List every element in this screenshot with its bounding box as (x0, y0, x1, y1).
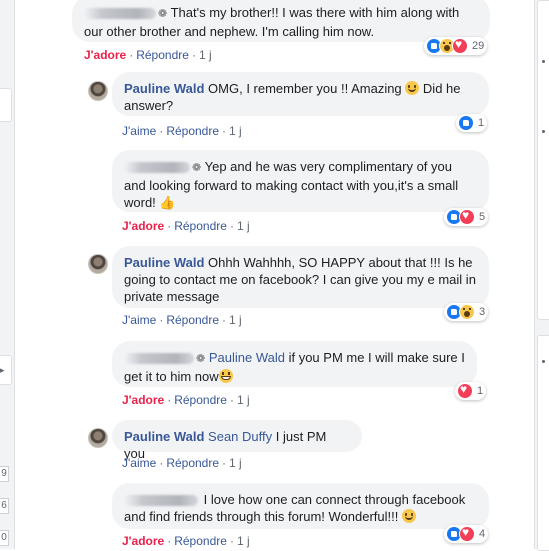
reaction-summary[interactable]: 1 (456, 114, 488, 132)
react-button[interactable]: J'adore (122, 393, 164, 407)
mention-link[interactable]: Pauline Wald (209, 350, 285, 365)
reaction-summary[interactable]: 29 (424, 37, 488, 55)
timestamp[interactable]: 1 j (229, 313, 242, 327)
left-panel-box (0, 88, 12, 122)
smile-emoji-icon (401, 509, 416, 523)
thumbs-up-emoji-icon: 👍 (159, 195, 176, 210)
comment-bubble: Pauline Wald Sean Duffy I just PM you (112, 420, 362, 461)
blurred-author-name[interactable] (124, 353, 194, 365)
comment-actions: J'adore · Répondre · 1 j (122, 393, 250, 407)
avatar[interactable] (88, 254, 108, 274)
dot-icon (542, 60, 545, 63)
react-button[interactable]: J'adore (122, 219, 164, 233)
avatar[interactable] (88, 428, 108, 448)
dot-icon (542, 130, 545, 133)
reply-button[interactable]: Répondre (166, 456, 219, 470)
reaction-count: 3 (479, 306, 486, 318)
reply-button[interactable]: Répondre (174, 534, 227, 548)
grin-emoji-icon (218, 369, 233, 383)
reaction-count: 29 (472, 40, 485, 52)
wow-icon (459, 304, 475, 320)
like-icon (458, 115, 474, 131)
reply-button[interactable]: Répondre (136, 48, 189, 62)
reaction-count: 1 (477, 385, 484, 397)
avatar[interactable] (88, 81, 108, 101)
react-button[interactable]: J'aime (122, 124, 156, 138)
comment-actions: J'aime · Répondre · 1 j (122, 313, 242, 327)
reaction-count: 5 (479, 211, 486, 223)
timestamp[interactable]: 1 j (199, 48, 212, 62)
timestamp[interactable]: 1 j (229, 124, 242, 138)
wave-icon: ❁ (196, 353, 206, 365)
reaction-count: 1 (478, 117, 485, 129)
left-count: 9 (0, 466, 9, 482)
timestamp[interactable]: 1 j (237, 534, 250, 548)
reply-button[interactable]: Répondre (174, 219, 227, 233)
love-icon (457, 382, 473, 399)
author-name[interactable]: Pauline Wald (124, 81, 204, 96)
timestamp[interactable]: 1 j (237, 393, 250, 407)
comment-actions: J'adore · Répondre · 1 j (122, 534, 250, 548)
comment-bubble: Pauline Wald Ohhh Wahhhh, SO HAPPY about… (112, 246, 489, 308)
react-button[interactable]: J'aime (122, 313, 156, 327)
reaction-summary[interactable]: 3 (444, 303, 489, 321)
author-name[interactable]: Pauline Wald (124, 429, 204, 444)
comment-actions: J'aime · Répondre · 1 j (122, 124, 242, 138)
left-count: 0 (0, 530, 9, 546)
comment-actions: J'adore · Répondre · 1 j (122, 219, 250, 233)
dot-icon (542, 360, 545, 363)
love-icon (459, 525, 475, 542)
reaction-summary[interactable]: 1 (455, 382, 487, 400)
reply-button[interactable]: Répondre (174, 393, 227, 407)
comment-bubble: Pauline Wald OMG, I remember you !! Amaz… (112, 72, 489, 116)
comment-bubble: ❁ That's my brother!! I was there with h… (72, 0, 490, 42)
smile-emoji-icon (405, 81, 420, 95)
comment-text: OMG, I remember you !! Amazing (208, 81, 402, 96)
react-button[interactable]: J'aime (122, 456, 156, 470)
reaction-summary[interactable]: 5 (444, 208, 489, 226)
wave-icon: ❁ (158, 8, 168, 20)
timestamp[interactable]: 1 j (229, 456, 242, 470)
comment-actions: J'adore · Répondre · 1 j (84, 48, 212, 62)
author-name[interactable]: Pauline Wald (124, 255, 204, 270)
comment-actions: J'aime · Répondre · 1 j (122, 456, 242, 470)
reaction-count: 4 (479, 528, 486, 540)
blurred-author-name[interactable] (84, 8, 156, 20)
comment-bubble: ❁ Yep and he was very complimentary of y… (112, 150, 489, 212)
reply-button[interactable]: Répondre (166, 124, 219, 138)
reaction-summary[interactable]: 4 (444, 525, 489, 543)
love-icon (452, 37, 468, 54)
react-button[interactable]: J'adore (122, 534, 164, 548)
blurred-author-name[interactable] (124, 162, 190, 174)
reply-button[interactable]: Répondre (166, 313, 219, 327)
comment-bubble: ❁ Pauline Wald if you PM me I will make … (112, 341, 477, 387)
blurred-author-name[interactable] (124, 495, 198, 507)
mention-link[interactable]: Sean Duffy (208, 429, 272, 444)
right-panel-box (537, 0, 549, 320)
love-icon (459, 208, 475, 225)
right-panel-box (537, 335, 549, 551)
timestamp[interactable]: 1 j (237, 219, 250, 233)
comment-bubble: I love how one can connect through faceb… (112, 483, 489, 529)
wave-icon: ❁ (192, 162, 202, 174)
caret-icon: ▸ (0, 365, 5, 375)
left-count: 6 (0, 498, 9, 514)
react-button[interactable]: J'adore (84, 48, 126, 62)
